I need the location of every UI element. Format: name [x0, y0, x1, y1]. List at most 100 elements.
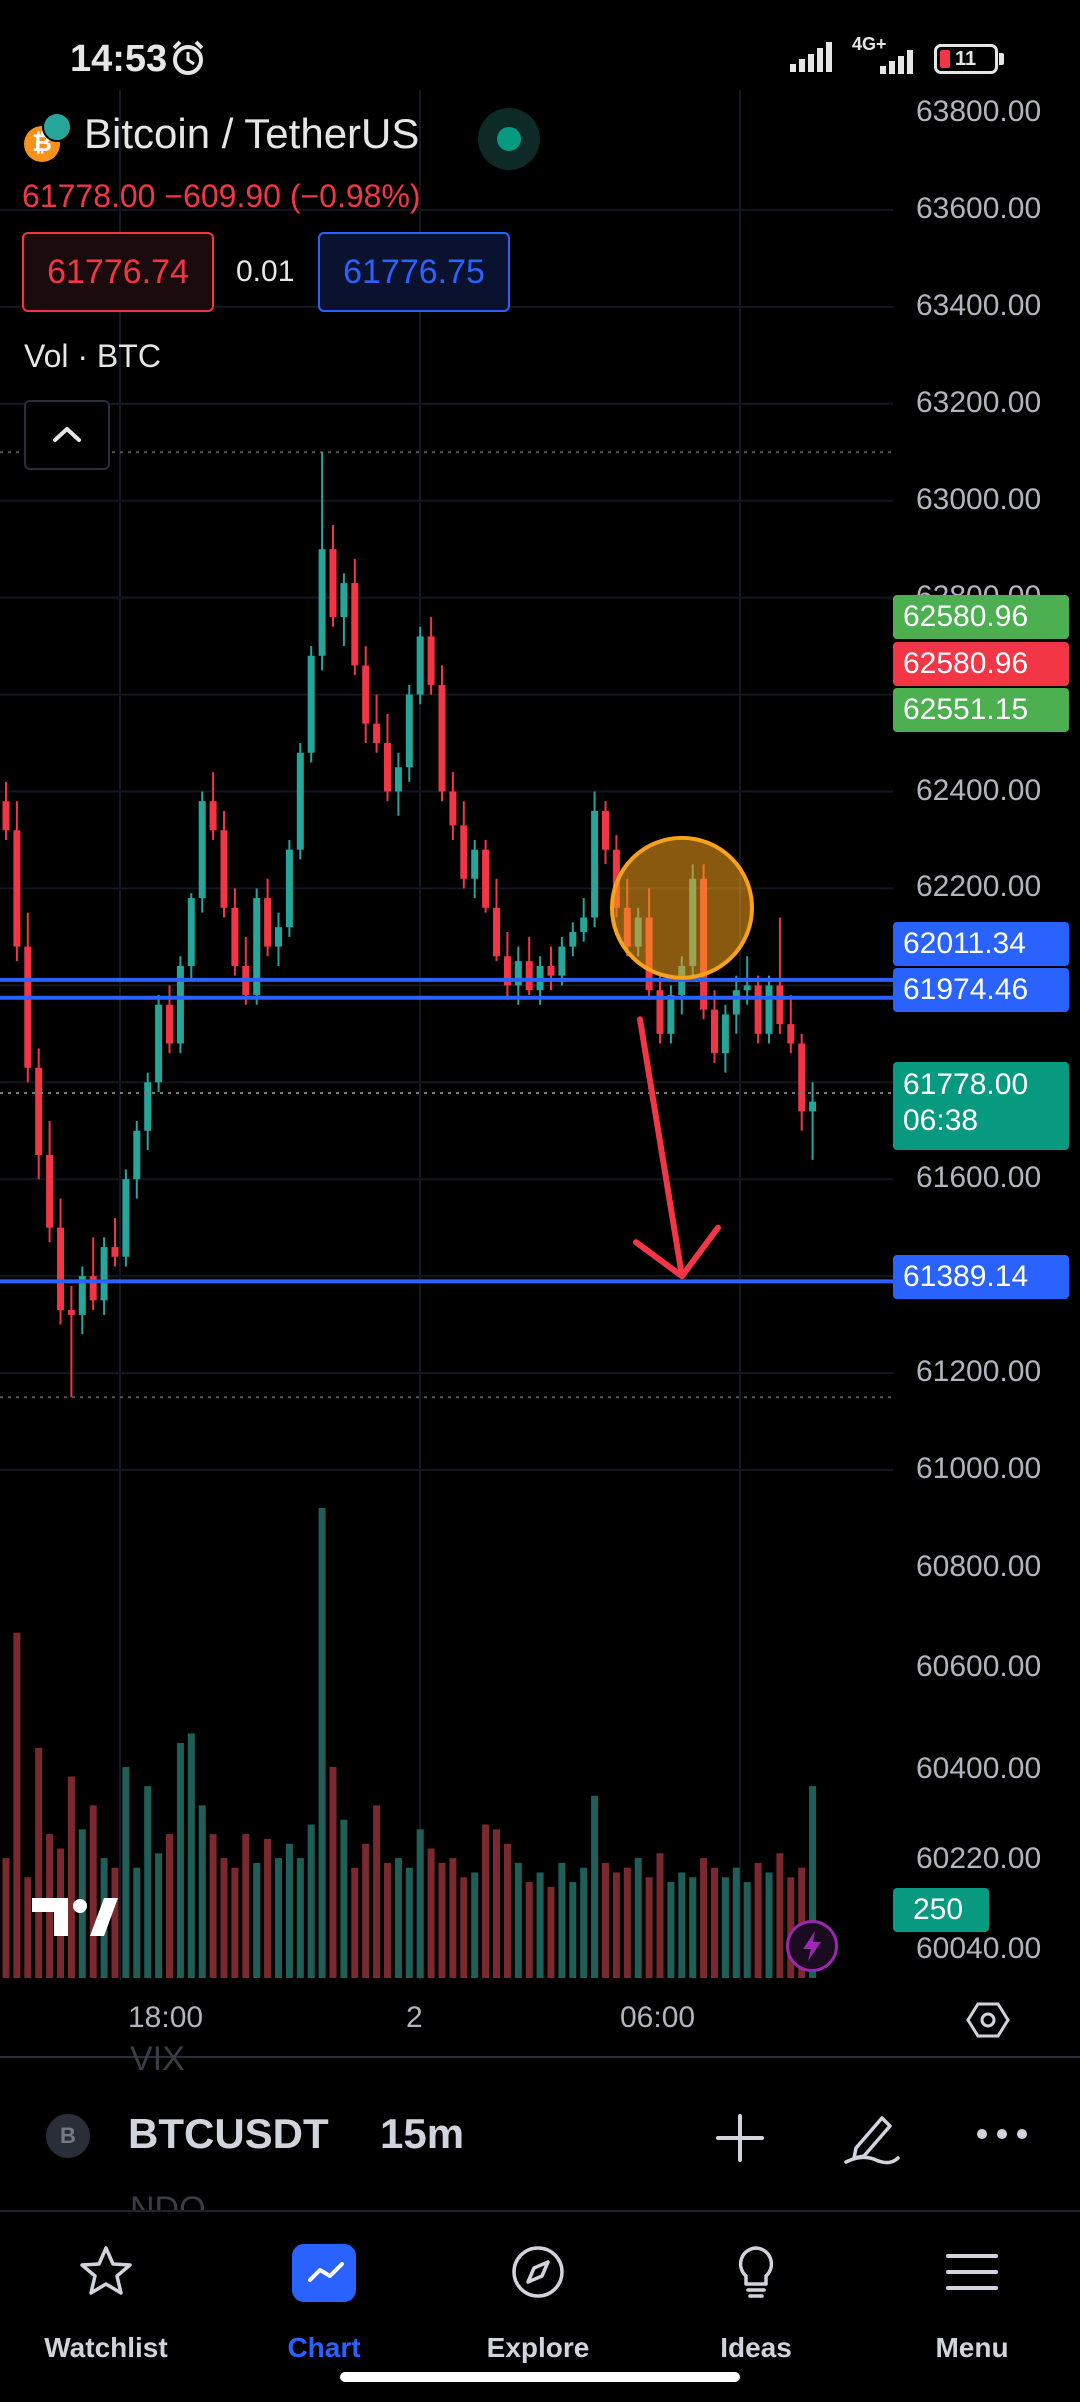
last-price-change: 61778.00 −609.90 (−0.98%): [22, 178, 421, 214]
volume-bar: [2, 1858, 10, 1978]
volume-bar: [525, 1882, 533, 1978]
candle-body: [394, 767, 402, 792]
candle-countdown: 06:38: [903, 1104, 979, 1137]
buy-ask-button[interactable]: 61776.75: [318, 232, 510, 312]
drawing-pencil-icon[interactable]: [842, 2106, 902, 2166]
volume-bar: [155, 1853, 163, 1978]
candle-body: [721, 1014, 729, 1054]
volume-bar: [373, 1805, 381, 1978]
volume-bar: [220, 1858, 228, 1978]
price-scale-label: 61000.00: [916, 1452, 1042, 1485]
volume-bar: [329, 1766, 337, 1978]
symbol-search-button[interactable]: BTCUSDT: [128, 2110, 329, 2158]
current-price-tag: 61778.00 06:38: [893, 1062, 1069, 1150]
interval-button[interactable]: 15m: [380, 2110, 464, 2158]
volume-bar: [122, 1766, 130, 1978]
more-options-icon[interactable]: [974, 2124, 1030, 2144]
nav-watchlist[interactable]: Watchlist: [16, 2232, 196, 2382]
chart-icon: [308, 2262, 344, 2282]
volume-bar: [296, 1858, 304, 1978]
volume-scale-label: 60400.00: [916, 1752, 1042, 1785]
candle-body: [776, 985, 784, 1025]
time-scale-label: 2: [406, 2001, 423, 2034]
candle-body: [122, 1179, 130, 1257]
volume-bar: [242, 1834, 250, 1978]
volume-indicator-label[interactable]: Vol · BTC: [24, 338, 161, 375]
candle-body: [667, 995, 675, 1034]
volume-scale-label: 60600.00: [916, 1650, 1042, 1683]
candle-body: [547, 965, 555, 976]
annotation-circle: [610, 835, 754, 980]
volume-bar: [209, 1834, 217, 1978]
nav-ideas[interactable]: Ideas: [666, 2232, 846, 2382]
volume-bar: [602, 1862, 609, 1978]
lightning-icon: [803, 1931, 821, 1961]
candle-body: [329, 549, 337, 618]
candle-body: [449, 791, 457, 826]
candle-body: [787, 1024, 795, 1044]
candle-body: [602, 810, 609, 850]
candle-body: [307, 655, 315, 753]
candle-body: [493, 907, 500, 957]
volume-bar: [166, 1834, 173, 1978]
quick-action-button[interactable]: [786, 1920, 838, 1972]
volume-bar: [198, 1805, 206, 1978]
candle-body: [569, 932, 577, 947]
sell-bid-button[interactable]: 61776.74: [22, 232, 214, 312]
candle-body: [754, 985, 762, 1034]
nav-label: Chart: [287, 2332, 361, 2363]
compass-icon: [512, 2246, 564, 2298]
collapse-indicators-button[interactable]: [24, 400, 110, 470]
candle-body: [296, 752, 304, 850]
candle-body: [460, 825, 468, 879]
price-scale-label: 63200.00: [916, 385, 1042, 419]
volume-bar: [569, 1882, 577, 1978]
volume-bar: [776, 1853, 784, 1978]
volume-scale-label: 60220.00: [916, 1842, 1042, 1875]
volume-bar: [732, 1867, 740, 1978]
volume-bar: [645, 1877, 653, 1978]
volume-bar: [623, 1867, 631, 1978]
candle-body: [155, 1004, 163, 1083]
volume-bar: [612, 1872, 620, 1978]
candle-body: [13, 830, 21, 947]
candle-body: [580, 917, 588, 933]
volume-bar: [754, 1862, 762, 1978]
candle-body: [482, 849, 490, 908]
candle-body: [373, 723, 381, 744]
symbol-title[interactable]: Bitcoin / TetherUS: [84, 110, 419, 158]
price-scale-label: 62200.00: [916, 870, 1042, 904]
home-indicator[interactable]: [340, 2372, 740, 2382]
volume-bar: [471, 1872, 479, 1978]
volume-bar: [656, 1853, 664, 1978]
volume-bar: [482, 1824, 490, 1978]
volume-bar: [591, 1795, 599, 1978]
chart-settings-icon[interactable]: [966, 1998, 1010, 2042]
nav-explore[interactable]: Explore: [448, 2232, 628, 2382]
add-plus-icon[interactable]: [712, 2110, 768, 2166]
price-scale-label: 63400.00: [916, 288, 1042, 322]
tradingview-logo: [28, 1892, 120, 1947]
time-scale-label: 18:00: [128, 2001, 204, 2034]
price-scale-label: 61200.00: [916, 1355, 1042, 1389]
candle-body: [427, 636, 435, 685]
nav-label: Explore: [486, 2332, 590, 2363]
volume-bar: [689, 1877, 697, 1978]
volume-bar: [67, 1776, 75, 1978]
volume-bar: [264, 1838, 272, 1978]
volume-bar: [307, 1824, 315, 1978]
nav-label: Watchlist: [44, 2332, 168, 2363]
candle-body: [809, 1101, 817, 1112]
volume-bar: [503, 1843, 511, 1978]
volume-bar: [536, 1872, 544, 1978]
candle-body: [209, 801, 217, 831]
nav-menu[interactable]: Menu: [882, 2232, 1062, 2382]
candle-body: [591, 810, 599, 918]
market-status-icon[interactable]: [478, 108, 540, 170]
candle-body: [220, 830, 228, 908]
nav-chart[interactable]: Chart: [234, 2232, 414, 2382]
candle-body: [46, 1154, 54, 1228]
volume-bar: [384, 1862, 391, 1978]
candle-body: [100, 1247, 108, 1301]
hamburger-icon: [946, 2254, 998, 2290]
